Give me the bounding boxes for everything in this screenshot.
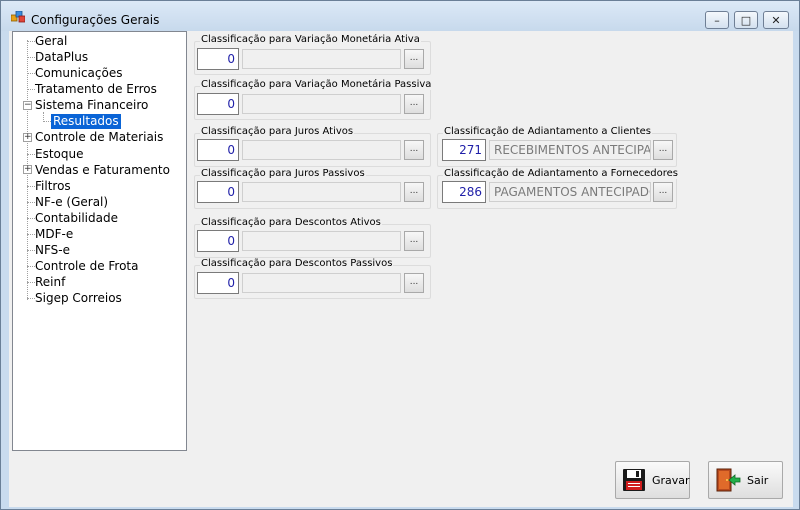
variacao-ativa-code-input[interactable]: 0 [197, 48, 239, 70]
adiant-fornecedores-label: Classificação de Adiantamento a Forneced… [443, 168, 679, 179]
tree-line [27, 202, 35, 203]
expand-icon[interactable]: + [23, 165, 32, 174]
tree-line [27, 57, 35, 58]
settings-tree[interactable]: − + + Geral DataPlus Comunicações Tratam… [12, 31, 187, 451]
tree-line [27, 298, 35, 299]
save-button-label: Gravar [652, 473, 690, 487]
variacao-passiva-lookup-button[interactable]: ... [404, 94, 424, 114]
adiant-clientes-description: RECEBIMENTOS ANTECIPAD [489, 140, 651, 160]
tree-item-estoque[interactable]: Estoque [35, 147, 84, 162]
juros-ativos-description [242, 140, 401, 160]
floppy-disk-icon [622, 467, 646, 493]
variacao-passiva-label: Classificação para Variação Monetária Pa… [200, 79, 433, 90]
exit-button-label: Sair [747, 473, 769, 487]
juros-passivos-description [242, 182, 401, 202]
adiant-clientes-lookup-button[interactable]: ... [653, 140, 673, 160]
descontos-ativos-label: Classificação para Descontos Ativos [200, 217, 382, 228]
exit-door-icon [715, 467, 741, 493]
variacao-ativa-description [242, 49, 401, 69]
juros-ativos-code-input[interactable]: 0 [197, 139, 239, 161]
tree-line [43, 121, 51, 122]
resultados-panel: Classificação para Variação Monetária At… [192, 31, 793, 507]
juros-passivos-lookup-button[interactable]: ... [404, 182, 424, 202]
descontos-passivos-lookup-button[interactable]: ... [404, 273, 424, 293]
tree-item-reinf[interactable]: Reinf [35, 275, 65, 290]
minimize-button[interactable]: – [705, 11, 729, 29]
close-icon: ✕ [771, 13, 781, 27]
tree-line [43, 112, 44, 120]
tree-item-tratamento-erros[interactable]: Tratamento de Erros [35, 82, 157, 97]
variacao-ativa-lookup-button[interactable]: ... [404, 49, 424, 69]
tree-line [27, 250, 35, 251]
adiant-fornecedores-lookup-button[interactable]: ... [653, 182, 673, 202]
close-button[interactable]: ✕ [763, 11, 789, 29]
variacao-ativa-label: Classificação para Variação Monetária At… [200, 34, 421, 45]
adiant-clientes-label: Classificação de Adiantamento a Clientes [443, 126, 652, 137]
tree-line [27, 89, 35, 90]
tree-item-controle-materiais[interactable]: Controle de Materiais [35, 130, 163, 145]
app-icon [11, 11, 25, 23]
expand-icon[interactable]: + [23, 133, 32, 142]
descontos-ativos-description [242, 231, 401, 251]
descontos-ativos-lookup-button[interactable]: ... [404, 231, 424, 251]
descontos-passivos-description [242, 273, 401, 293]
tree-item-geral[interactable]: Geral [35, 34, 67, 49]
tree-item-dataplus[interactable]: DataPlus [35, 50, 88, 65]
descontos-ativos-code-input[interactable]: 0 [197, 230, 239, 252]
juros-ativos-label: Classificação para Juros Ativos [200, 126, 355, 137]
settings-window: Configurações Gerais – □ ✕ − + + Geral D… [0, 0, 800, 510]
juros-ativos-lookup-button[interactable]: ... [404, 140, 424, 160]
tree-item-controle-frota[interactable]: Controle de Frota [35, 259, 139, 274]
tree-item-sigep-correios[interactable]: Sigep Correios [35, 291, 122, 306]
tree-item-vendas-faturamento[interactable]: Vendas e Faturamento [35, 163, 170, 178]
save-button[interactable]: Gravar [615, 461, 690, 499]
tree-item-nfse[interactable]: NFS-e [35, 243, 70, 258]
tree-line [27, 41, 35, 42]
tree-line [27, 282, 35, 283]
exit-button[interactable]: Sair [708, 461, 783, 499]
collapse-icon[interactable]: − [23, 101, 32, 110]
adiant-fornecedores-code-input[interactable]: 286 [442, 181, 486, 203]
maximize-button[interactable]: □ [734, 11, 758, 29]
adiant-fornecedores-description: PAGAMENTOS ANTECIPADO [489, 182, 651, 202]
maximize-icon: □ [740, 13, 752, 27]
variacao-passiva-description [242, 94, 401, 114]
tree-line [27, 154, 35, 155]
tree-item-contabilidade[interactable]: Contabilidade [35, 211, 118, 226]
tree-item-resultados[interactable]: Resultados [51, 114, 121, 129]
tree-item-comunicacoes[interactable]: Comunicações [35, 66, 122, 81]
variacao-passiva-code-input[interactable]: 0 [197, 93, 239, 115]
tree-item-filtros[interactable]: Filtros [35, 179, 71, 194]
minimize-icon: – [714, 13, 720, 27]
tree-line [27, 266, 35, 267]
tree-line [27, 218, 35, 219]
descontos-passivos-code-input[interactable]: 0 [197, 272, 239, 294]
client-area: − + + Geral DataPlus Comunicações Tratam… [9, 31, 793, 507]
tree-line [27, 186, 35, 187]
descontos-passivos-label: Classificação para Descontos Passivos [200, 258, 394, 269]
juros-passivos-code-input[interactable]: 0 [197, 181, 239, 203]
tree-item-nfe-geral[interactable]: NF-e (Geral) [35, 195, 108, 210]
tree-line [27, 234, 35, 235]
tree-item-sistema-financeiro[interactable]: Sistema Financeiro [35, 98, 148, 113]
tree-item-mdfe[interactable]: MDF-e [35, 227, 73, 242]
adiant-clientes-code-input[interactable]: 271 [442, 139, 486, 161]
tree-line [27, 73, 35, 74]
window-title: Configurações Gerais [31, 13, 160, 27]
title-bar[interactable]: Configurações Gerais – □ ✕ [1, 1, 799, 31]
juros-passivos-label: Classificação para Juros Passivos [200, 168, 366, 179]
